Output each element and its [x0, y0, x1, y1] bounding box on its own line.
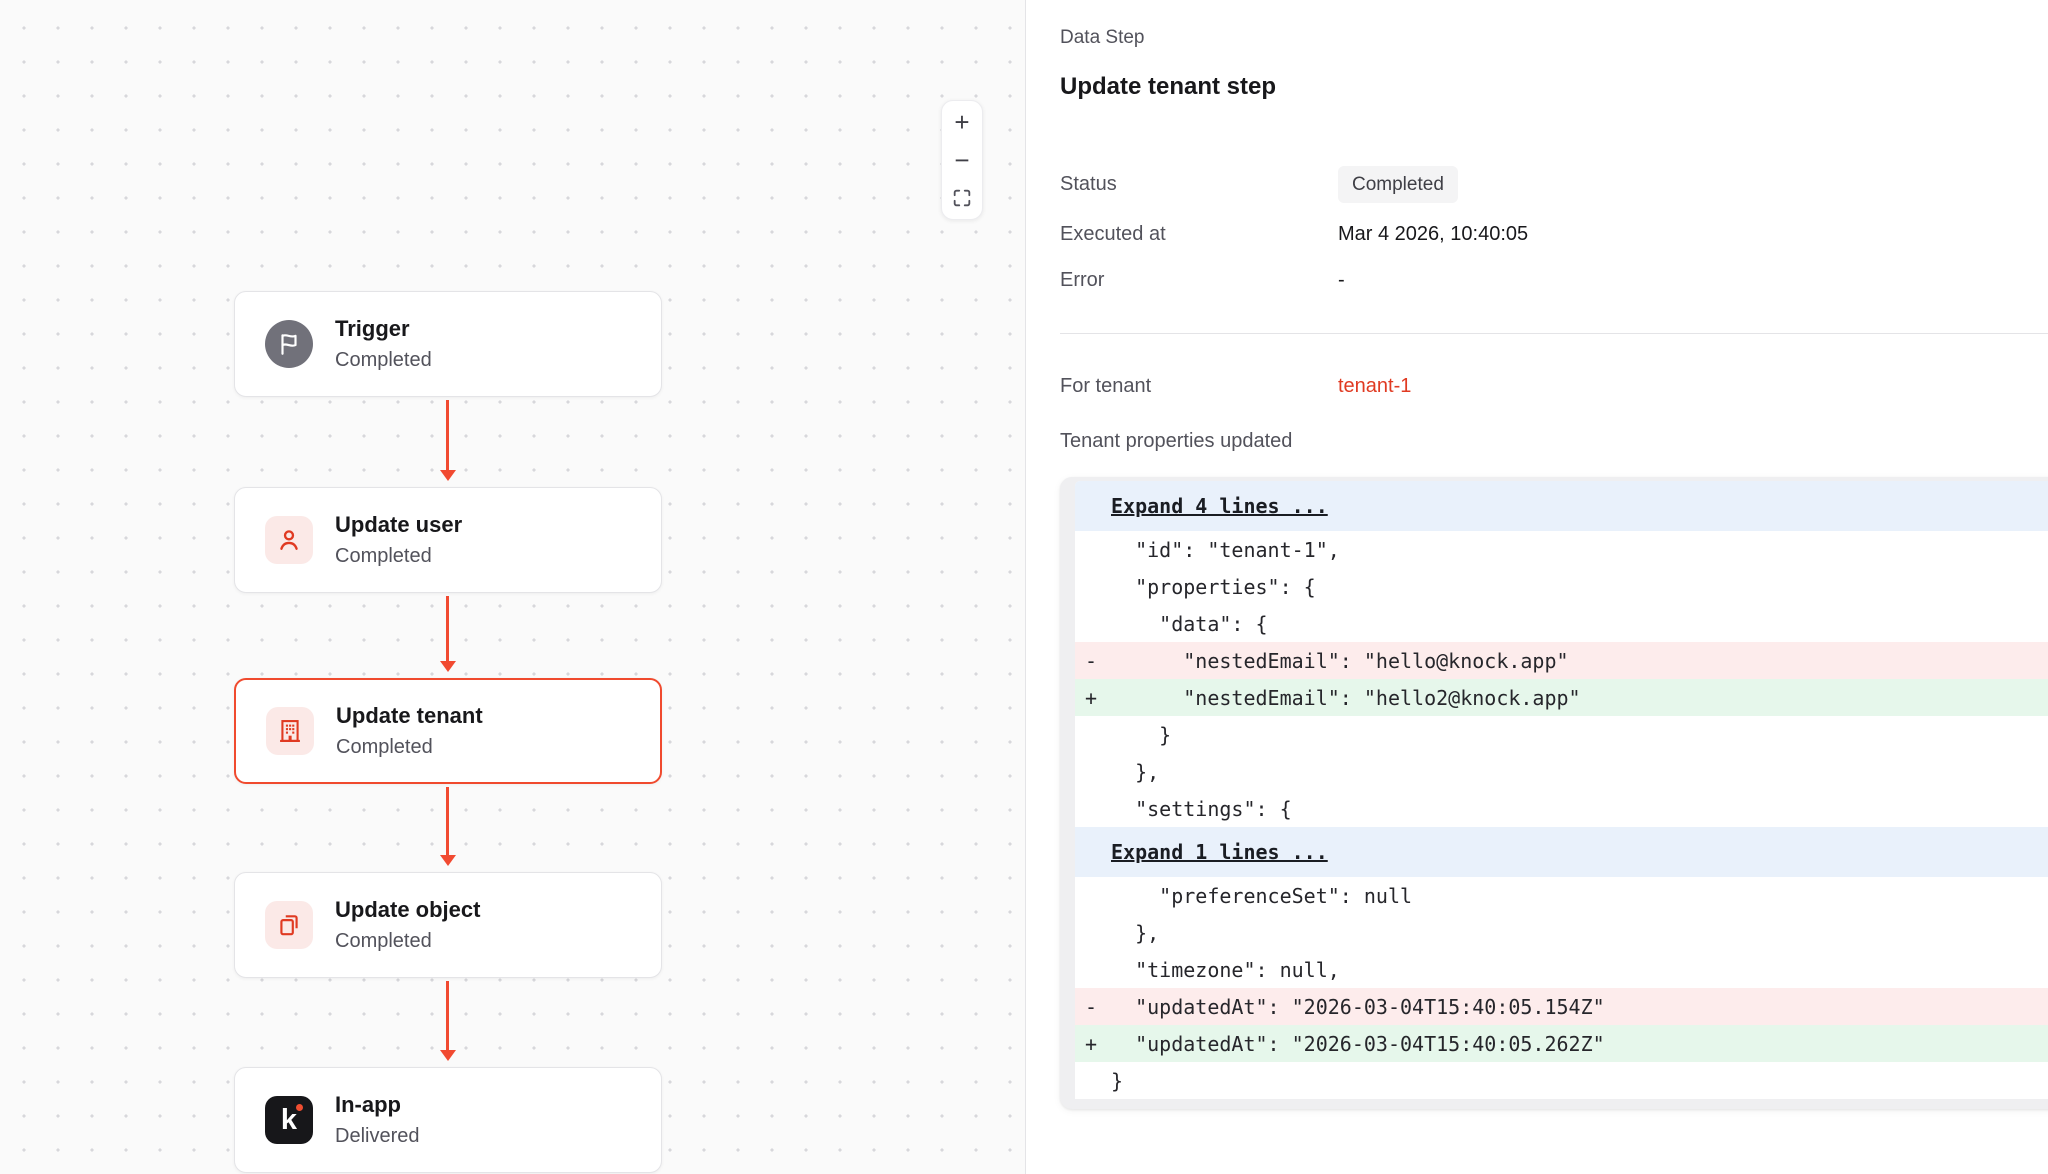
- diff-expand-row: Expand 4 lines ...: [1075, 481, 2048, 531]
- field-row-executed-at: Executed at Mar 4 2026, 10:40:05: [1060, 220, 2048, 248]
- diff-line: }: [1075, 1062, 2048, 1099]
- diff-line-code: "timezone": null,: [1111, 958, 1340, 982]
- flow-arrow: [446, 787, 449, 856]
- diff-line-code: "id": "tenant-1",: [1111, 538, 1340, 562]
- flow-arrow: [446, 981, 449, 1051]
- building-icon: [266, 707, 314, 755]
- diff-line: "timezone": null,: [1075, 951, 2048, 988]
- diff-line-code: "nestedEmail": "hello@knock.app": [1111, 649, 1569, 673]
- field-value: -: [1338, 269, 1345, 292]
- node-title: Update user: [335, 513, 462, 537]
- diff-line: "preferenceSet": null: [1075, 877, 2048, 914]
- node-status: Completed: [335, 930, 480, 952]
- diff-line-code: },: [1111, 921, 1159, 945]
- workflow-canvas[interactable]: Trigger Completed Update user Completed …: [0, 0, 1026, 1174]
- diff-line-marker: +: [1075, 1032, 1111, 1056]
- diff-line-marker: -: [1075, 995, 1111, 1019]
- node-status: Completed: [335, 349, 432, 371]
- diff-line-code: }: [1111, 723, 1171, 747]
- zoom-in-button[interactable]: +: [945, 105, 979, 139]
- flow-arrow: [446, 400, 449, 471]
- diff-line-code: "properties": {: [1111, 575, 1316, 599]
- field-label: Error: [1060, 269, 1338, 292]
- page-title: Update tenant step: [1060, 72, 2048, 102]
- canvas-zoom-controls: + −: [941, 100, 983, 220]
- node-title: Update object: [335, 898, 480, 922]
- zoom-out-button[interactable]: −: [945, 143, 979, 177]
- diff-line-code: },: [1111, 760, 1159, 784]
- user-icon: [265, 516, 313, 564]
- workflow-node-update-object[interactable]: Update object Completed: [234, 872, 662, 978]
- node-title: In-app: [335, 1093, 419, 1117]
- diff-line-code: }: [1111, 1069, 1123, 1093]
- step-fields: Status Completed Executed at Mar 4 2026,…: [1060, 165, 2048, 294]
- for-tenant-label: For tenant: [1060, 375, 1338, 398]
- for-tenant-row: For tenant tenant-1: [1060, 372, 2048, 400]
- diff-expand-row: Expand 1 lines ...: [1075, 827, 2048, 877]
- diff-line-code: "nestedEmail": "hello2@knock.app": [1111, 686, 1581, 710]
- diff-section-title: Tenant properties updated: [1060, 427, 2048, 455]
- node-title: Trigger: [335, 317, 432, 341]
- flow-arrow: [446, 596, 449, 662]
- diff-expand-link[interactable]: Expand 4 lines ...: [1111, 494, 1328, 518]
- knock-icon: k: [265, 1096, 313, 1144]
- field-row-error: Error -: [1060, 266, 2048, 294]
- field-row-status: Status Completed: [1060, 165, 2048, 203]
- node-status: Completed: [336, 736, 483, 758]
- diff-line: + "nestedEmail": "hello2@knock.app": [1075, 679, 2048, 716]
- diff-line-code: "updatedAt": "2026-03-04T15:40:05.262Z": [1111, 1032, 1605, 1056]
- copy-icon: [265, 901, 313, 949]
- flag-icon: [265, 320, 313, 368]
- diff-line: "data": {: [1075, 605, 2048, 642]
- diff-line: },: [1075, 914, 2048, 951]
- tenant-diff-block: Expand 4 lines ... "id": "tenant-1", "pr…: [1060, 477, 2048, 1109]
- step-type-label: Data Step: [1060, 26, 2048, 50]
- diff-line: "properties": {: [1075, 568, 2048, 605]
- node-status: Delivered: [335, 1125, 419, 1147]
- status-badge: Completed: [1338, 166, 1458, 203]
- workflow-node-update-tenant[interactable]: Update tenant Completed: [234, 678, 662, 784]
- fit-view-button[interactable]: [945, 181, 979, 215]
- node-title: Update tenant: [336, 704, 483, 728]
- field-value: Mar 4 2026, 10:40:05: [1338, 223, 1528, 246]
- node-status: Completed: [335, 545, 462, 567]
- diff-line-marker: -: [1075, 649, 1111, 673]
- tenant-link[interactable]: tenant-1: [1338, 375, 1411, 398]
- workflow-node-trigger[interactable]: Trigger Completed: [234, 291, 662, 397]
- workflow-node-update-user[interactable]: Update user Completed: [234, 487, 662, 593]
- diff-line: }: [1075, 716, 2048, 753]
- diff-line: },: [1075, 753, 2048, 790]
- diff-line: + "updatedAt": "2026-03-04T15:40:05.262Z…: [1075, 1025, 2048, 1062]
- step-detail-panel: Data Step Update tenant step Status Comp…: [1026, 0, 2048, 1174]
- diff-line: "id": "tenant-1",: [1075, 531, 2048, 568]
- field-label: Status: [1060, 173, 1338, 196]
- fit-view-icon: [951, 187, 973, 209]
- diff-line-marker: +: [1075, 686, 1111, 710]
- field-label: Executed at: [1060, 223, 1338, 246]
- diff-line: "settings": {: [1075, 790, 2048, 827]
- workflow-node-in-app[interactable]: k In-app Delivered: [234, 1067, 662, 1173]
- diff-line-code: "updatedAt": "2026-03-04T15:40:05.154Z": [1111, 995, 1605, 1019]
- diff-line-code: "preferenceSet": null: [1111, 884, 1412, 908]
- section-divider: [1060, 333, 2048, 334]
- diff-expand-link[interactable]: Expand 1 lines ...: [1111, 840, 1328, 864]
- diff-line-code: "settings": {: [1111, 797, 1292, 821]
- diff-line: - "nestedEmail": "hello@knock.app": [1075, 642, 2048, 679]
- diff-line-code: "data": {: [1111, 612, 1268, 636]
- diff-line: - "updatedAt": "2026-03-04T15:40:05.154Z…: [1075, 988, 2048, 1025]
